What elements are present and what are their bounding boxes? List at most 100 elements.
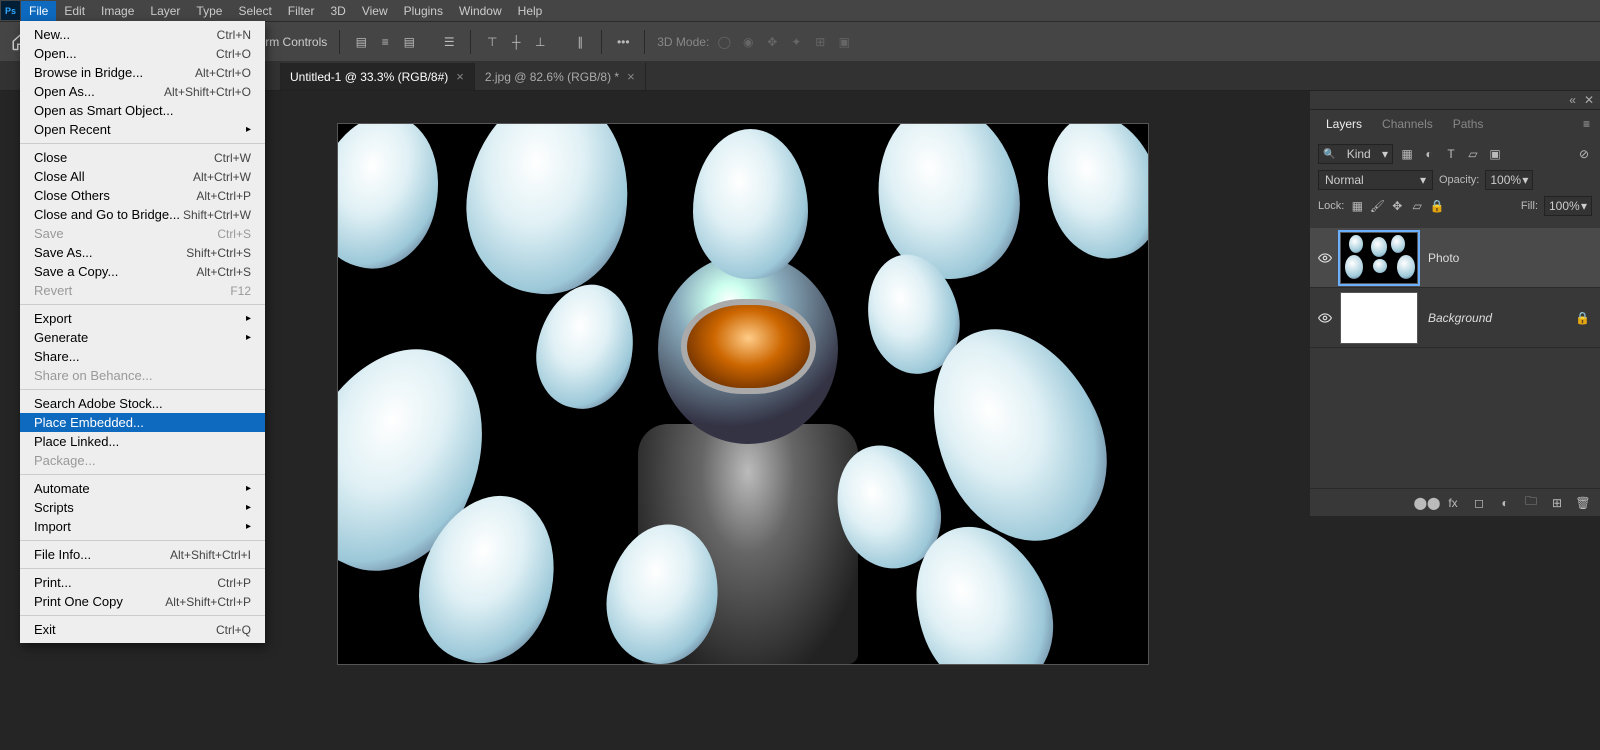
menu-view[interactable]: View <box>354 1 396 21</box>
close-tab-icon[interactable]: × <box>627 69 635 84</box>
menu-edit[interactable]: Edit <box>56 1 93 21</box>
menu-item-generate[interactable]: Generate <box>20 328 265 347</box>
menu-item-open-as[interactable]: Open As...Alt+Shift+Ctrl+O <box>20 82 265 101</box>
menu-item-open-recent[interactable]: Open Recent <box>20 120 265 139</box>
opacity-label: Opacity: <box>1439 174 1479 186</box>
menu-item-browse-in-bridge[interactable]: Browse in Bridge...Alt+Ctrl+O <box>20 63 265 82</box>
menu-plugins[interactable]: Plugins <box>396 1 451 21</box>
tab-channels[interactable]: Channels <box>1372 111 1443 137</box>
align-right-icon[interactable]: ▤ <box>400 33 418 51</box>
adjustment-layer-icon[interactable]: ◐ <box>1498 496 1512 510</box>
lock-position-icon[interactable]: ✥ <box>1390 199 1404 213</box>
menu-help[interactable]: Help <box>510 1 551 21</box>
menu-item-package: Package... <box>20 451 265 470</box>
distribute-icon[interactable]: ☰ <box>440 33 458 51</box>
filter-adjustment-icon[interactable]: ◐ <box>1421 146 1437 162</box>
layer-thumbnail[interactable] <box>1340 232 1418 284</box>
layer-row[interactable]: Photo <box>1310 228 1600 288</box>
menu-layer[interactable]: Layer <box>142 1 188 21</box>
close-tab-icon[interactable]: × <box>456 69 464 84</box>
menu-item-import[interactable]: Import <box>20 517 265 536</box>
menu-filter[interactable]: Filter <box>280 1 323 21</box>
align-top-icon[interactable]: ⊤ <box>483 33 501 51</box>
menu-item-open-as-smart-object[interactable]: Open as Smart Object... <box>20 101 265 120</box>
menu-item-close[interactable]: CloseCtrl+W <box>20 148 265 167</box>
menu-item-print[interactable]: Print...Ctrl+P <box>20 573 265 592</box>
filter-toggle-icon[interactable]: ⊘ <box>1576 146 1592 162</box>
3d-camera-icon[interactable]: ▣ <box>835 33 853 51</box>
menu-item-export[interactable]: Export <box>20 309 265 328</box>
3d-slide-icon[interactable]: ✦ <box>787 33 805 51</box>
menu-select[interactable]: Select <box>230 1 279 21</box>
delete-layer-icon[interactable]: 🗑 <box>1576 496 1590 510</box>
3d-orbit-icon[interactable]: ◯ <box>715 33 733 51</box>
layer-fx-icon[interactable]: fx <box>1446 496 1460 510</box>
3d-pan-icon[interactable]: ✥ <box>763 33 781 51</box>
menu-image[interactable]: Image <box>93 1 142 21</box>
menu-separator <box>20 568 265 569</box>
document-tab[interactable]: 2.jpg @ 82.6% (RGB/8) *× <box>475 63 646 90</box>
panel-menu-icon[interactable]: ≡ <box>1579 117 1594 131</box>
lock-artboard-icon[interactable]: ▱ <box>1410 199 1424 213</box>
menu-item-new[interactable]: New...Ctrl+N <box>20 25 265 44</box>
menu-item-place-linked[interactable]: Place Linked... <box>20 432 265 451</box>
3d-roll-icon[interactable]: ◉ <box>739 33 757 51</box>
layer-thumbnail[interactable] <box>1340 292 1418 344</box>
layer-visibility-icon[interactable] <box>1310 251 1340 265</box>
layer-row[interactable]: Background🔒 <box>1310 288 1600 348</box>
menu-item-close-others[interactable]: Close OthersAlt+Ctrl+P <box>20 186 265 205</box>
filter-smart-icon[interactable]: ▣ <box>1487 146 1503 162</box>
align-left-icon[interactable]: ▤ <box>352 33 370 51</box>
lock-all-icon[interactable]: 🔒 <box>1430 199 1444 213</box>
menu-item-exit[interactable]: ExitCtrl+Q <box>20 620 265 639</box>
lock-icon[interactable]: 🔒 <box>1575 311 1600 325</box>
distribute-v-icon[interactable]: ∥ <box>571 33 589 51</box>
menu-item-share[interactable]: Share... <box>20 347 265 366</box>
tab-paths[interactable]: Paths <box>1443 111 1494 137</box>
menu-type[interactable]: Type <box>188 1 230 21</box>
menu-item-scripts[interactable]: Scripts <box>20 498 265 517</box>
menu-item-automate[interactable]: Automate <box>20 479 265 498</box>
layer-mask-icon[interactable]: ◻ <box>1472 496 1486 510</box>
lock-transparency-icon[interactable]: ▦ <box>1350 199 1364 213</box>
align-center-h-icon[interactable]: ≡ <box>376 33 394 51</box>
filter-shape-icon[interactable]: ▱ <box>1465 146 1481 162</box>
menu-item-share-on-behance: Share on Behance... <box>20 366 265 385</box>
align-bottom-icon[interactable]: ⊥ <box>531 33 549 51</box>
3d-scale-icon[interactable]: ⊞ <box>811 33 829 51</box>
menu-item-save-a-copy[interactable]: Save a Copy...Alt+Ctrl+S <box>20 262 265 281</box>
layer-filter-kind[interactable]: 🔍 Kind ▾ <box>1318 144 1393 164</box>
menu-item-open[interactable]: Open...Ctrl+O <box>20 44 265 63</box>
menu-item-print-one-copy[interactable]: Print One CopyAlt+Shift+Ctrl+P <box>20 592 265 611</box>
menu-item-close-all[interactable]: Close AllAlt+Ctrl+W <box>20 167 265 186</box>
opacity-input[interactable]: 100% ▾ <box>1485 170 1533 190</box>
menu-item-file-info[interactable]: File Info...Alt+Shift+Ctrl+I <box>20 545 265 564</box>
layer-visibility-icon[interactable] <box>1310 311 1340 325</box>
new-layer-icon[interactable]: ⊞ <box>1550 496 1564 510</box>
filter-type-icon[interactable]: T <box>1443 146 1459 162</box>
close-panel-icon[interactable]: ✕ <box>1584 93 1594 107</box>
document-canvas[interactable] <box>338 124 1148 664</box>
align-center-v-icon[interactable]: ┼ <box>507 33 525 51</box>
fill-input[interactable]: 100% ▾ <box>1544 196 1592 216</box>
separator <box>644 30 645 54</box>
layer-group-icon[interactable]: 🗀 <box>1524 496 1538 510</box>
menu-item-search-adobe-stock[interactable]: Search Adobe Stock... <box>20 394 265 413</box>
menu-item-place-embedded[interactable]: Place Embedded... <box>20 413 265 432</box>
layers-empty-area[interactable] <box>1310 348 1600 488</box>
tab-layers[interactable]: Layers <box>1316 111 1372 137</box>
app-logo: Ps <box>1 1 20 20</box>
lock-pixels-icon[interactable]: 🖌 <box>1370 199 1384 213</box>
menu-window[interactable]: Window <box>451 1 510 21</box>
more-options-icon[interactable]: ••• <box>614 33 632 51</box>
link-layers-icon[interactable]: ⬤⬤ <box>1420 496 1434 510</box>
menu-file[interactable]: File <box>21 1 56 21</box>
blend-mode-select[interactable]: Normal ▾ <box>1318 170 1433 190</box>
collapse-icon[interactable]: « <box>1569 93 1576 107</box>
filter-pixel-icon[interactable]: ▦ <box>1399 146 1415 162</box>
menu-item-save-as[interactable]: Save As...Shift+Ctrl+S <box>20 243 265 262</box>
menu-item-close-and-go-to-bridge[interactable]: Close and Go to Bridge...Shift+Ctrl+W <box>20 205 265 224</box>
document-tab[interactable]: Untitled-1 @ 33.3% (RGB/8#)× <box>280 63 475 90</box>
menu-3d[interactable]: 3D <box>322 1 353 21</box>
canvas-art <box>1031 124 1148 271</box>
